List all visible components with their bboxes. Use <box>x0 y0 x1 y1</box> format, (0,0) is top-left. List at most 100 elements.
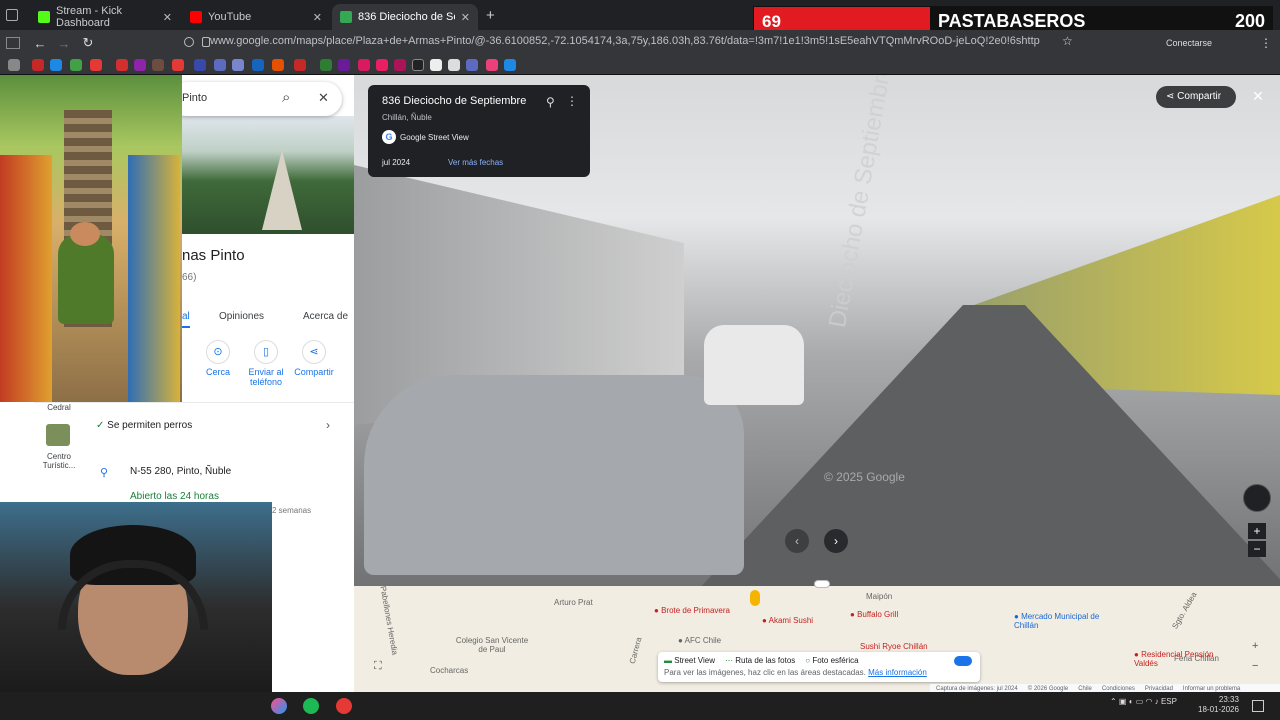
notification-icon[interactable] <box>1252 700 1264 712</box>
clock[interactable]: 23:33 18-01-2026 <box>1198 695 1239 715</box>
profile-label: Conectarse <box>1166 38 1213 48</box>
more-info-link[interactable]: Más información <box>868 668 927 677</box>
close-icon[interactable]: ✕ <box>318 90 329 106</box>
tab-overview[interactable]: al <box>182 311 190 322</box>
close-icon[interactable]: ✕ <box>313 11 322 24</box>
bookmark-icon[interactable] <box>430 59 442 71</box>
bookmark-icon[interactable] <box>320 59 332 71</box>
bookmark-icon[interactable] <box>504 59 516 71</box>
tab-kick[interactable]: Stream - Kick Dashboard ✕ <box>30 4 180 30</box>
nearby-button[interactable]: ⊙ Cerca <box>193 340 243 377</box>
more-options-icon[interactable]: ⋮ <box>566 94 578 108</box>
obs-icon[interactable] <box>336 698 352 714</box>
zoom-in-icon[interactable]: + <box>1248 523 1266 539</box>
tiktok-icon[interactable] <box>412 59 424 71</box>
hours-text[interactable]: Abierto las 24 horas <box>130 491 219 502</box>
toggle-switch[interactable] <box>954 656 972 666</box>
brand-row: G Google Street View <box>382 130 576 144</box>
poi-brote[interactable]: ● Brote de Primavera <box>654 606 730 615</box>
tab-youtube[interactable]: YouTube ✕ <box>182 4 330 30</box>
bookmark-icon[interactable] <box>90 59 102 71</box>
bookmark-icon[interactable] <box>252 59 264 71</box>
legend-label: Foto esférica <box>812 656 859 665</box>
sidebar-icon[interactable] <box>6 37 20 49</box>
drag-handle-icon[interactable] <box>814 580 830 588</box>
nearby-label[interactable]: Cedral <box>35 403 83 412</box>
pin-icon[interactable]: ⚲ <box>546 95 555 109</box>
bookmark-icon[interactable] <box>394 59 406 71</box>
bookmark-icon[interactable] <box>376 59 388 71</box>
bookmark-icon[interactable] <box>358 59 370 71</box>
bookmark-star-icon[interactable]: ☆ <box>1062 34 1073 48</box>
poi-mercado[interactable]: ● Mercado Municipal de Chillán <box>1014 612 1124 630</box>
street-name-overlay[interactable]: Dieciocho de Septiembre <box>824 75 898 330</box>
poi-label: Brote de Primavera <box>661 606 730 615</box>
share-streetview-button[interactable]: ⋖ Compartir <box>1156 86 1236 108</box>
tab-reviews[interactable]: Opiniones <box>219 311 264 322</box>
map-zoom-in-icon[interactable]: + <box>1252 640 1258 652</box>
bookmarks-bar <box>0 56 1280 75</box>
poi-sushi-ryoe[interactable]: Sushi Ryoe Chillán <box>860 642 928 651</box>
tab-about[interactable]: Acerca de <box>303 311 351 322</box>
profile-button[interactable]: Conectarse <box>1166 38 1212 48</box>
bookmark-icon[interactable] <box>116 59 128 71</box>
bookmark-icon[interactable] <box>152 59 164 71</box>
zoom-out-icon[interactable]: − <box>1248 541 1266 557</box>
url-input[interactable]: www.google.com/maps/place/Plaza+de+Armas… <box>210 35 1040 47</box>
tab-actions-icon[interactable] <box>6 9 18 21</box>
bookmark-icon[interactable] <box>338 59 350 71</box>
bookmark-icon[interactable] <box>448 59 460 71</box>
nearby-label[interactable]: Centro Turístic... <box>35 452 83 470</box>
menu-icon[interactable]: ⋮ <box>1260 36 1272 50</box>
bookmark-icon[interactable] <box>134 59 146 71</box>
bookmark-icon[interactable] <box>486 59 498 71</box>
address-text[interactable]: N-55 280, Pinto, Ñuble <box>130 466 231 477</box>
bookmark-icon[interactable] <box>172 59 184 71</box>
search-icon[interactable]: ⌕ <box>282 89 290 106</box>
close-icon[interactable]: ✕ <box>461 11 470 24</box>
bookmark-icon[interactable] <box>70 59 82 71</box>
poi-pension[interactable]: ● Residencial Pensión Valdés <box>1134 650 1234 668</box>
new-tab-icon[interactable]: + <box>486 7 495 24</box>
language-indicator[interactable]: ESP <box>1161 697 1177 706</box>
site-info-icon[interactable] <box>184 37 194 47</box>
forward-icon[interactable]: → <box>52 36 76 51</box>
bookmark-icon[interactable] <box>232 59 244 71</box>
spotify-icon[interactable] <box>303 698 319 714</box>
bookmark-icon[interactable] <box>294 59 306 71</box>
bookmark-icon[interactable] <box>50 59 62 71</box>
send-to-phone-button[interactable]: ▯ Enviar al teléfono <box>241 340 291 387</box>
search-box[interactable]: Pinto ⌕ ✕ <box>170 82 342 116</box>
school-label: Colegio San Vicente de Paul <box>455 636 529 654</box>
map-zoom-out-icon[interactable]: − <box>1252 660 1258 672</box>
compass-icon[interactable] <box>1243 484 1271 512</box>
bookmark-icon[interactable] <box>272 59 284 71</box>
chevron-right-icon[interactable]: › <box>326 418 330 432</box>
more-dates-link[interactable]: Ver más fechas <box>448 158 503 167</box>
back-icon[interactable]: ← <box>28 36 52 51</box>
pets-info[interactable]: ✓ Se permiten perros <box>96 420 192 431</box>
close-icon[interactable]: ✕ <box>163 11 172 24</box>
poi-afc[interactable]: ● AFC Chile <box>678 636 721 645</box>
search-input[interactable]: Pinto <box>182 92 207 104</box>
location-subtitle: Chillán, Ñuble <box>382 113 432 122</box>
reload-icon[interactable]: ↻ <box>76 35 100 51</box>
bookmark-icon[interactable] <box>32 59 44 71</box>
expand-map-icon[interactable]: ⛶ <box>374 660 382 673</box>
bookmark-icon[interactable] <box>194 59 206 71</box>
bookmark-icon[interactable] <box>466 59 478 71</box>
nearby-thumbnail[interactable] <box>46 424 70 446</box>
bookmark-icon[interactable] <box>8 59 20 71</box>
share-button[interactable]: ⋖ Compartir <box>289 340 339 377</box>
close-icon[interactable]: ✕ <box>1248 86 1268 106</box>
tab-maps[interactable]: 836 Dieciocho de Septiembre - ✕ <box>332 4 478 30</box>
next-arrow-icon[interactable]: › <box>824 529 848 553</box>
poi-label: Akami Sushi <box>768 616 814 625</box>
previous-arrow-icon[interactable]: ‹ <box>785 529 809 553</box>
bookmark-icon[interactable] <box>214 59 226 71</box>
pegman-icon[interactable] <box>750 590 760 606</box>
app-icon[interactable] <box>271 698 287 714</box>
poi-buffalo[interactable]: ● Buffalo Grill <box>850 610 898 619</box>
system-tray[interactable]: ⌃ ▣ ◐ ▭ ◠ ♪ ESP <box>1110 697 1177 706</box>
poi-akami[interactable]: ● Akami Sushi <box>762 616 813 625</box>
